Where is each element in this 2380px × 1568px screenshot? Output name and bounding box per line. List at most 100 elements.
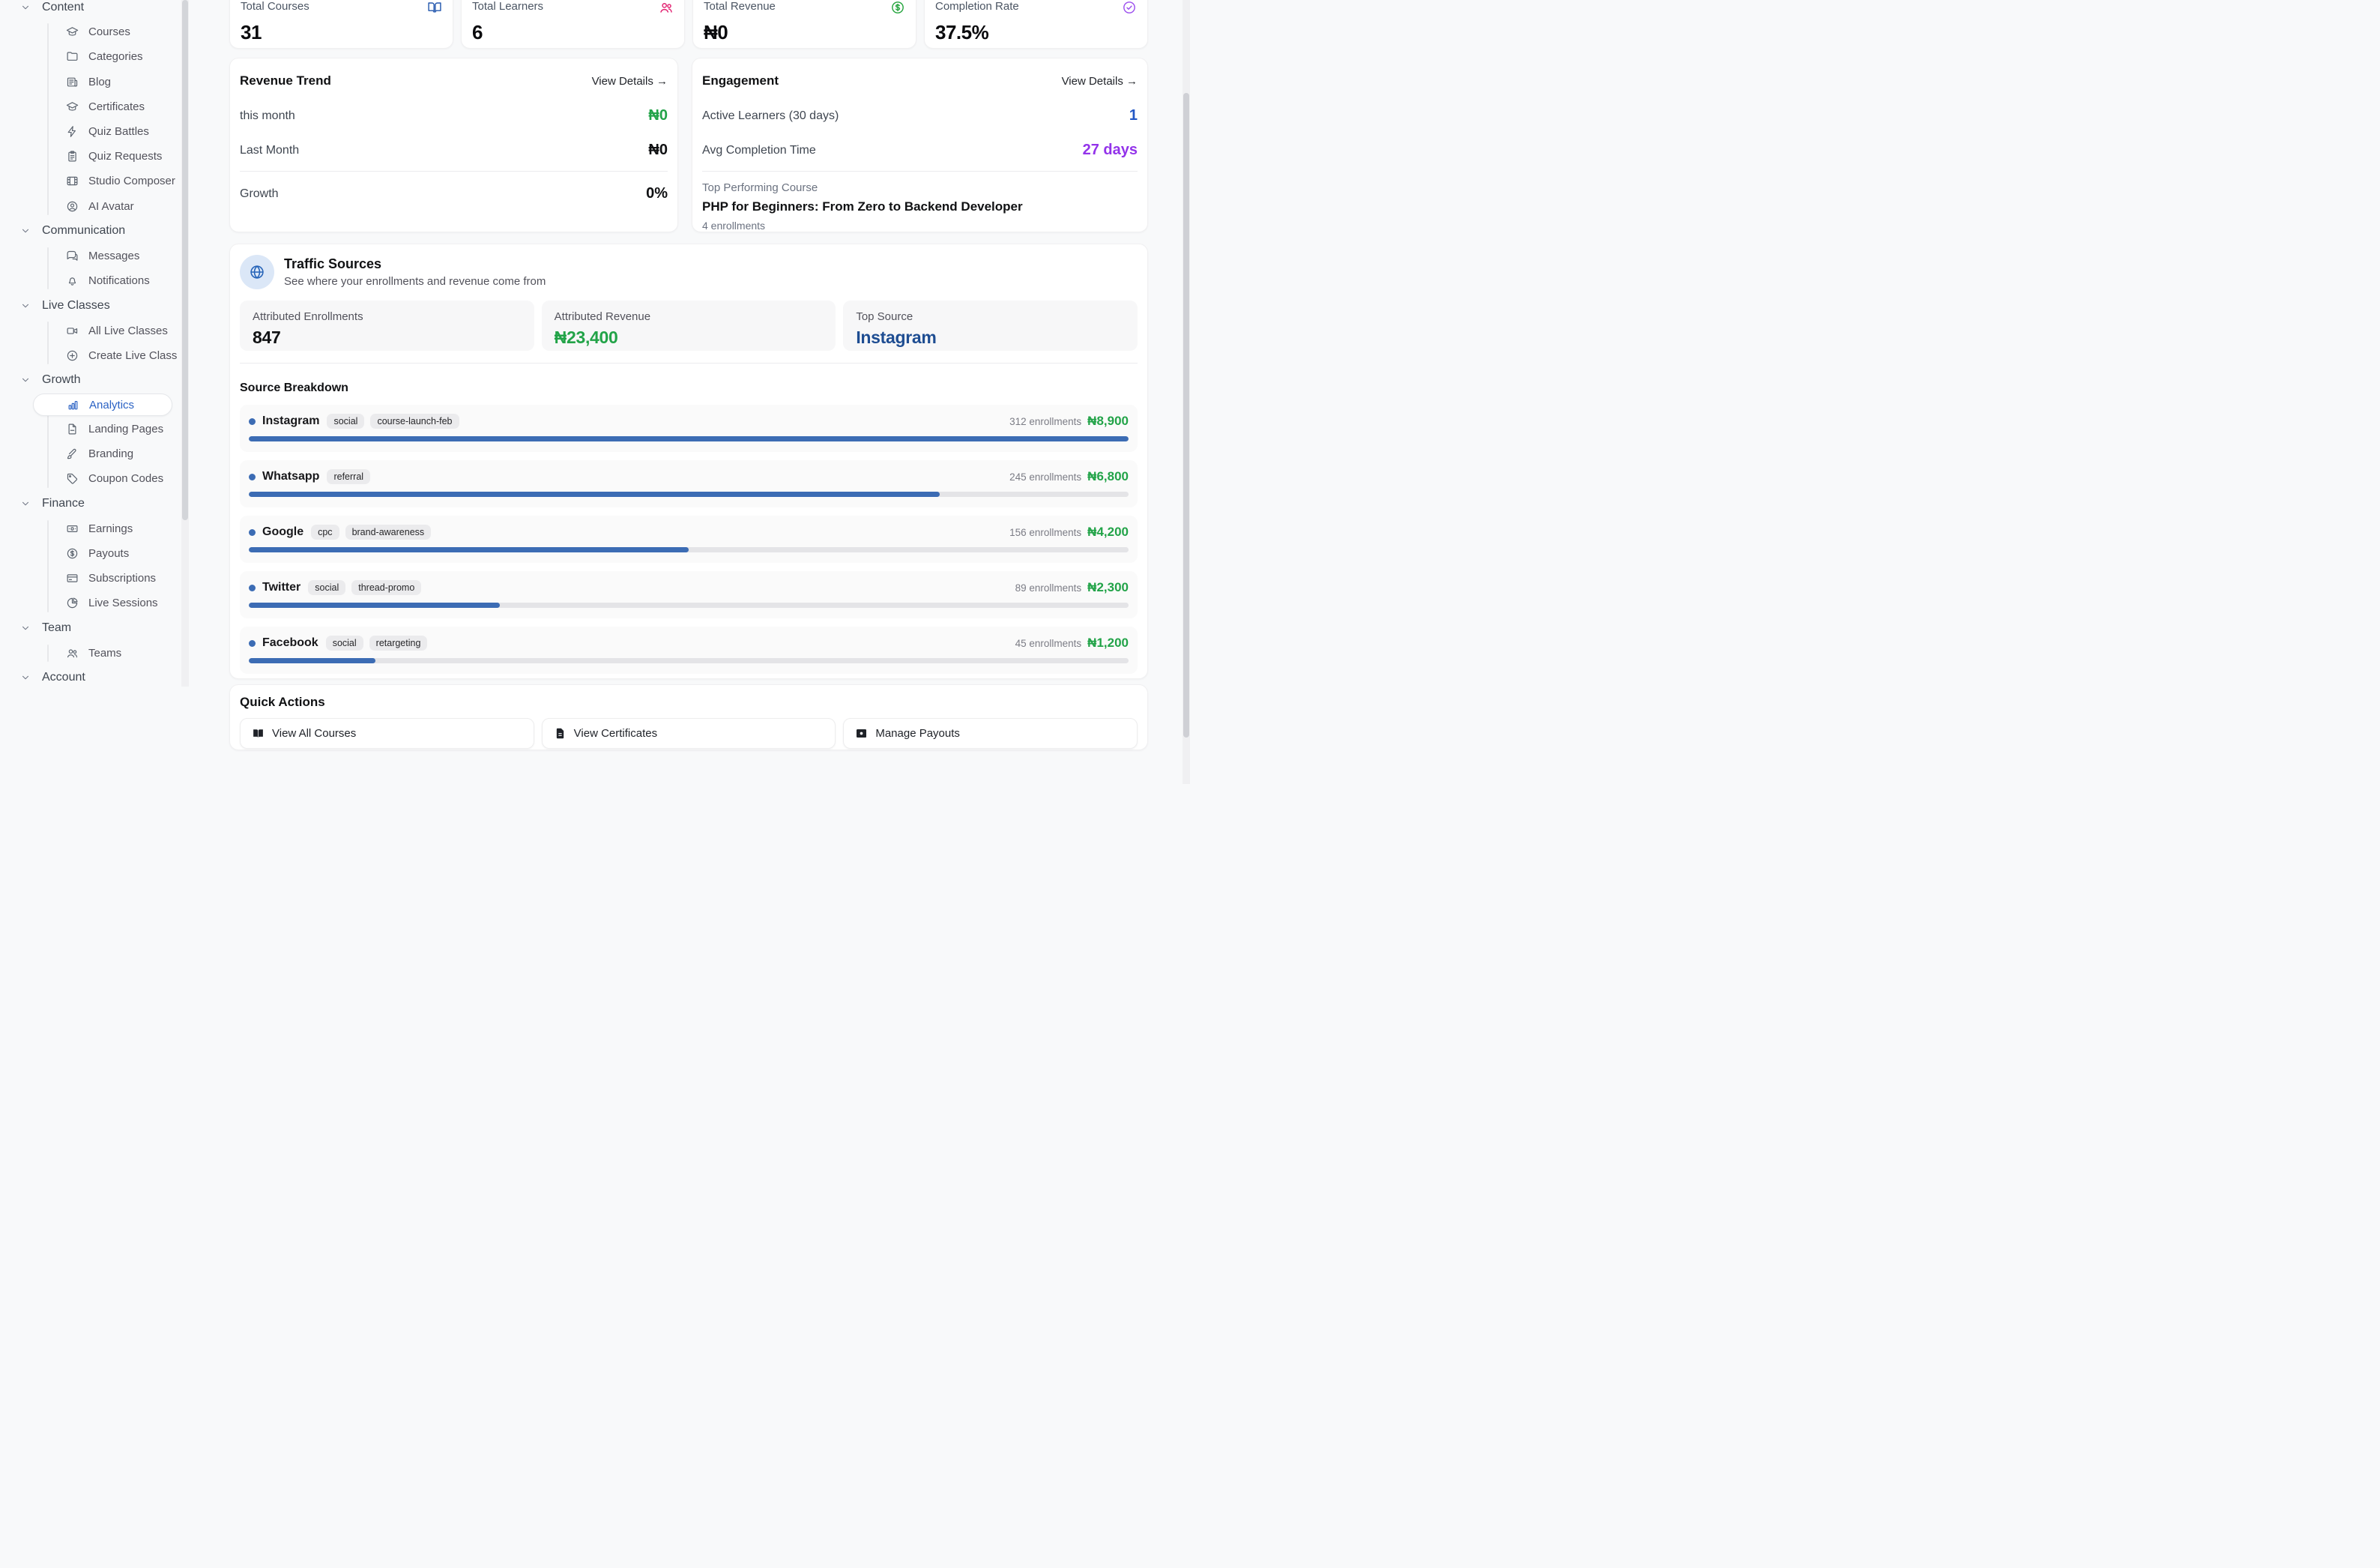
sidebar-item-categories[interactable]: Categories bbox=[47, 44, 189, 69]
sidebar-group-label: Communication bbox=[42, 224, 125, 238]
sidebar-item-analytics[interactable]: Analytics bbox=[33, 393, 172, 416]
tag-icon bbox=[66, 472, 79, 485]
source-revenue: ₦2,300 bbox=[1087, 580, 1129, 595]
sidebar-item-landing-pages[interactable]: Landing Pages bbox=[47, 417, 189, 441]
sidebar-item-label: Blog bbox=[88, 76, 111, 88]
sidebar-item-quiz-battles[interactable]: Quiz Battles bbox=[47, 119, 189, 144]
traffic-sources-card: Traffic Sources See where your enrollmen… bbox=[229, 244, 1148, 679]
source-progress-track bbox=[249, 547, 1129, 552]
source-row-whatsapp: Whatsappreferral245 enrollments₦6,800 bbox=[240, 460, 1138, 507]
sidebar-item-ai-avatar[interactable]: AI Avatar bbox=[47, 194, 189, 219]
sidebar: ContentCourses Categories Blog Certificates… bbox=[0, 0, 189, 687]
sidebar-group-live-classes[interactable]: Live Classes bbox=[0, 293, 189, 318]
sidebar-group-team[interactable]: Team bbox=[0, 616, 189, 641]
sidebar-item-coupon-codes[interactable]: Coupon Codes bbox=[47, 466, 189, 491]
sidebar-item-messages[interactable]: Messages bbox=[47, 244, 189, 268]
revenue-row-growth: Growth 0% bbox=[240, 185, 668, 202]
divider bbox=[240, 363, 1138, 364]
revenue-view-details-link[interactable]: View Details → bbox=[592, 75, 668, 88]
sidebar-group-items: MessagesNotifications bbox=[47, 244, 189, 293]
chevron-down-icon bbox=[20, 2, 31, 13]
sidebar-group-label: Live Classes bbox=[42, 299, 110, 313]
source-tag: referral bbox=[327, 469, 370, 484]
engagement-row-completion-time: Avg Completion Time 27 days bbox=[702, 142, 1138, 159]
sidebar-item-label: Analytics bbox=[89, 399, 134, 411]
sidebar-item-all-live-classes[interactable]: All Live Classes bbox=[47, 318, 189, 343]
graduation-cap-icon bbox=[66, 100, 79, 113]
sidebar-item-blog[interactable]: Blog bbox=[47, 70, 189, 94]
sidebar-item-payouts[interactable]: Payouts bbox=[47, 541, 189, 566]
sidebar-item-create-live-class[interactable]: Create Live Class bbox=[47, 343, 189, 368]
quick-action-label: Manage Payouts bbox=[875, 727, 960, 740]
source-dot-icon bbox=[249, 585, 256, 591]
quick-actions-row: View All Courses View Certificates Manage … bbox=[240, 718, 1138, 749]
sidebar-item-teams[interactable]: Teams bbox=[47, 641, 189, 666]
source-row-google: Googlecpcbrand-awareness156 enrollments₦… bbox=[240, 516, 1138, 563]
stat-value: 31 bbox=[241, 21, 442, 44]
sidebar-item-certificates[interactable]: Certificates bbox=[47, 94, 189, 119]
sidebar-item-label: Categories bbox=[88, 50, 143, 63]
source-row-instagram: Instagramsocialcourse-launch-feb312 enro… bbox=[240, 405, 1138, 452]
sidebar-group-items: Analytics Landing Pages Branding Coupon Cod… bbox=[47, 393, 189, 492]
sidebar-item-label: Create Live Class bbox=[88, 349, 177, 362]
sidebar-group-finance[interactable]: Finance bbox=[0, 492, 189, 516]
top-course-enrollments: 4 enrollments bbox=[702, 220, 1138, 232]
page-scrollbar-thumb[interactable] bbox=[1183, 93, 1189, 738]
source-revenue: ₦4,200 bbox=[1087, 525, 1129, 540]
stats-row: Total Courses31Total Learners6Total Reve… bbox=[229, 0, 1148, 49]
dollar-circle-icon bbox=[66, 547, 79, 560]
revenue-row-last-month: Last Month ₦0 bbox=[240, 142, 668, 159]
graduation-cap-icon bbox=[66, 25, 79, 38]
stat-card-total-learners: Total Learners6 bbox=[461, 0, 685, 49]
sidebar-item-live-sessions[interactable]: Live Sessions bbox=[47, 591, 189, 615]
source-revenue: ₦1,200 bbox=[1087, 636, 1129, 651]
stat-value: 37.5% bbox=[935, 21, 1137, 44]
sidebar-item-label: Branding bbox=[88, 447, 133, 460]
row-label: Active Learners (30 days) bbox=[702, 109, 839, 123]
quick-action-manage-payouts-button[interactable]: Manage Payouts bbox=[843, 718, 1138, 749]
sidebar-item-earnings[interactable]: Earnings bbox=[47, 516, 189, 541]
sidebar-item-subscriptions[interactable]: Subscriptions bbox=[47, 566, 189, 591]
book-filled-icon bbox=[252, 727, 265, 740]
source-enrollments: 245 enrollments bbox=[1009, 471, 1081, 483]
chat-icon bbox=[66, 250, 79, 262]
engagement-header: Engagement View Details → bbox=[702, 73, 1138, 88]
source-row-twitter: Twittersocialthread-promo89 enrollments₦… bbox=[240, 571, 1138, 618]
sidebar-item-quiz-requests[interactable]: Quiz Requests bbox=[47, 144, 189, 169]
engagement-view-details-link[interactable]: View Details → bbox=[1062, 75, 1138, 88]
file-icon bbox=[66, 423, 79, 435]
row-value: ₦0 bbox=[648, 142, 668, 159]
source-dot-icon bbox=[249, 418, 256, 425]
quick-action-view-all-courses-button[interactable]: View All Courses bbox=[240, 718, 534, 749]
sidebar-group-account[interactable]: Account bbox=[0, 666, 189, 690]
source-progress-fill bbox=[249, 436, 1129, 441]
sidebar-item-label: Quiz Battles bbox=[88, 125, 149, 138]
quick-action-view-certificates-button[interactable]: View Certificates bbox=[542, 718, 836, 749]
row-label: this month bbox=[240, 109, 295, 123]
sidebar-item-studio-composer[interactable]: Studio Composer bbox=[47, 169, 189, 193]
source-name: Twitter bbox=[262, 581, 300, 594]
source-progress-track bbox=[249, 436, 1129, 441]
sidebar-group-label: Account bbox=[42, 671, 85, 684]
source-dot-icon bbox=[249, 474, 256, 480]
sidebar-group-content[interactable]: Content bbox=[0, 0, 189, 19]
revenue-row-this-month: this month ₦0 bbox=[240, 107, 668, 124]
sidebar-item-notifications[interactable]: Notifications bbox=[47, 268, 189, 293]
traffic-stat-attributed-enrollments: Attributed Enrollments847 bbox=[240, 301, 534, 351]
traffic-stat-label: Top Source bbox=[856, 310, 1125, 323]
sidebar-group-label: Team bbox=[42, 621, 71, 635]
sidebar-nav: ContentCourses Categories Blog Certificates… bbox=[0, 0, 189, 690]
source-tag: social bbox=[308, 580, 345, 595]
sidebar-item-branding[interactable]: Branding bbox=[47, 441, 189, 466]
source-row-facebook: Facebooksocialretargeting45 enrollments₦… bbox=[240, 627, 1138, 674]
sidebar-item-label: All Live Classes bbox=[88, 325, 168, 337]
sidebar-group-growth[interactable]: Growth bbox=[0, 368, 189, 393]
divider bbox=[240, 171, 668, 172]
sidebar-group-communication[interactable]: Communication bbox=[0, 219, 189, 244]
top-course-title: PHP for Beginners: From Zero to Backend … bbox=[702, 199, 1138, 214]
quick-action-label: View All Courses bbox=[272, 727, 356, 740]
traffic-stat-top-source: Top Source Instagram bbox=[843, 301, 1138, 351]
sidebar-group-label: Growth bbox=[42, 373, 81, 387]
sidebar-item-courses[interactable]: Courses bbox=[47, 19, 189, 44]
traffic-stat-value: Instagram bbox=[856, 328, 1125, 348]
